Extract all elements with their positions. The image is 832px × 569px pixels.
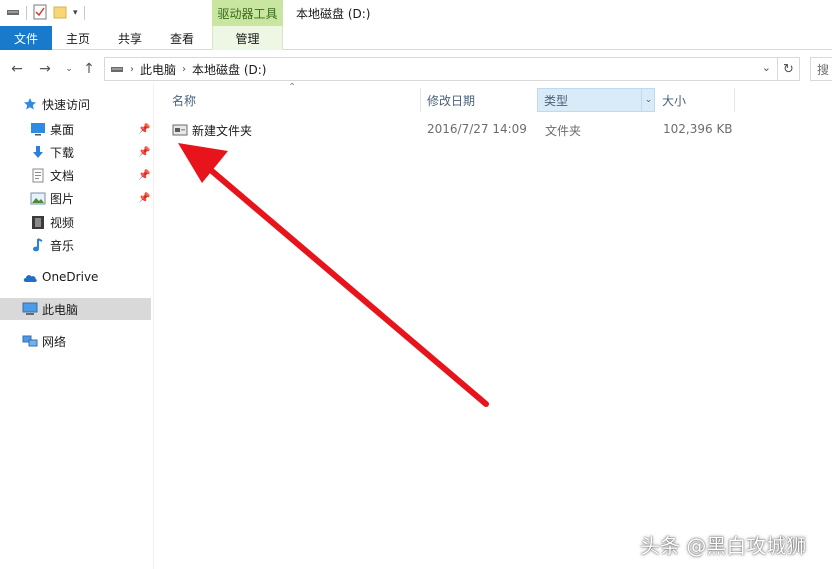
nav-item-label: 桌面 [50, 122, 75, 137]
pin-icon[interactable]: 📌 [138, 170, 150, 181]
videos-icon [30, 214, 46, 230]
cloud-icon [22, 269, 38, 285]
music-icon [30, 237, 46, 253]
nav-this-pc-label: 此电脑 [42, 302, 79, 317]
nav-item-downloads[interactable]: 下载 📌 [0, 141, 151, 163]
navigation-bar: ← → ⌄ ↑ › 此电脑 › 本地磁盘 (D:) ⌄ ↻ 搜 [0, 55, 832, 83]
download-icon [30, 144, 46, 160]
recent-locations-chevron-icon[interactable]: ⌄ [60, 59, 78, 79]
column-divider[interactable] [420, 88, 421, 112]
file-type: 文件夹 [545, 124, 582, 138]
watermark-text: 头条 @黑白攻城狮 [640, 534, 807, 558]
nav-onedrive[interactable]: OneDrive [0, 266, 151, 288]
customize-toolbar-icon[interactable]: ▾ [73, 8, 78, 18]
column-filter-dropdown-icon[interactable]: ⌄ [641, 88, 655, 112]
nav-item-label: 下载 [50, 145, 75, 160]
back-arrow-icon[interactable]: ← [8, 59, 26, 79]
tab-file[interactable]: 文件 [0, 26, 52, 50]
quick-access-toolbar: ▾ [6, 4, 85, 22]
breadcrumb-separator-icon[interactable]: › [130, 64, 134, 75]
toolbar-divider [26, 6, 27, 20]
drive-tools-context-tab: 驱动器工具 [212, 0, 283, 26]
address-dropdown-chevron-icon[interactable]: ⌄ [762, 61, 771, 74]
star-icon [22, 96, 38, 112]
nav-item-pictures[interactable]: 图片 📌 [0, 187, 151, 209]
column-divider[interactable] [734, 88, 735, 112]
breadcrumb-separator-icon[interactable]: › [182, 64, 186, 75]
pin-icon[interactable]: 📌 [138, 193, 150, 204]
nav-item-label: 文档 [50, 168, 75, 183]
title-bar: ▾ 驱动器工具 本地磁盘 (D:) [0, 0, 832, 26]
refresh-icon[interactable]: ↻ [778, 57, 800, 81]
new-folder-icon[interactable] [53, 5, 67, 22]
nav-quick-access-label: 快速访问 [42, 97, 91, 112]
ribbon-tabs: 文件 主页 共享 查看 管理 [0, 26, 832, 50]
pin-icon[interactable]: 📌 [138, 147, 150, 158]
nav-this-pc[interactable]: 此电脑 [0, 298, 151, 320]
pictures-icon [30, 190, 46, 206]
nav-item-label: 视频 [50, 215, 75, 230]
tab-view[interactable]: 查看 [160, 26, 204, 50]
nav-network[interactable]: 网络 [0, 330, 151, 352]
tab-manage[interactable]: 管理 [212, 26, 283, 50]
nav-item-desktop[interactable]: 桌面 📌 [0, 118, 151, 140]
column-header-size[interactable]: 大小 [662, 88, 686, 112]
address-bar[interactable]: › 此电脑 › 本地磁盘 (D:) ⌄ [104, 57, 778, 81]
forward-arrow-icon[interactable]: → [36, 59, 54, 79]
nav-item-documents[interactable]: 文档 📌 [0, 164, 151, 186]
navigation-pane: 快速访问 桌面 📌 下载 📌 文档 📌 图片 📌 视频 音乐 OneDrive … [0, 84, 154, 569]
column-header-name[interactable]: 名称 [172, 88, 196, 112]
column-header-type[interactable]: 类型 [544, 88, 568, 112]
nav-quick-access[interactable]: 快速访问 [0, 93, 151, 115]
file-modified: 2016/7/27 14:09 [427, 122, 527, 136]
network-icon [22, 333, 38, 349]
nav-item-label: 音乐 [50, 238, 75, 253]
tab-home[interactable]: 主页 [56, 26, 100, 50]
breadcrumb-local-disk[interactable]: 本地磁盘 (D:) [192, 61, 266, 78]
drive-icon[interactable] [6, 6, 20, 20]
computer-icon [22, 301, 38, 317]
drive-icon [110, 64, 124, 74]
nav-item-videos[interactable]: 视频 [0, 211, 151, 233]
search-input[interactable]: 搜 [810, 57, 832, 81]
file-name[interactable]: 新建文件夹 [192, 122, 252, 139]
breadcrumb-this-pc[interactable]: 此电脑 [140, 61, 176, 78]
toolbar-divider [83, 6, 85, 20]
nav-item-music[interactable]: 音乐 [0, 234, 151, 256]
sort-ascending-icon: ⌃ [288, 82, 297, 93]
nav-onedrive-label: OneDrive [42, 270, 99, 284]
tab-share[interactable]: 共享 [108, 26, 152, 50]
nav-item-label: 图片 [50, 191, 75, 206]
desktop-icon [30, 121, 46, 137]
document-icon [30, 167, 46, 183]
folder-icon [172, 122, 188, 139]
up-arrow-icon[interactable]: ↑ [80, 59, 98, 79]
column-header-modified[interactable]: 修改日期 [427, 88, 475, 112]
window-title: 本地磁盘 (D:) [296, 7, 371, 21]
file-size: 102,396 KB [663, 122, 733, 136]
file-row[interactable]: 新建文件夹 2016/7/27 14:09 文件夹 102,396 KB [165, 118, 745, 140]
pin-icon[interactable]: 📌 [138, 124, 150, 135]
properties-icon[interactable] [33, 4, 47, 23]
nav-network-label: 网络 [42, 334, 67, 349]
